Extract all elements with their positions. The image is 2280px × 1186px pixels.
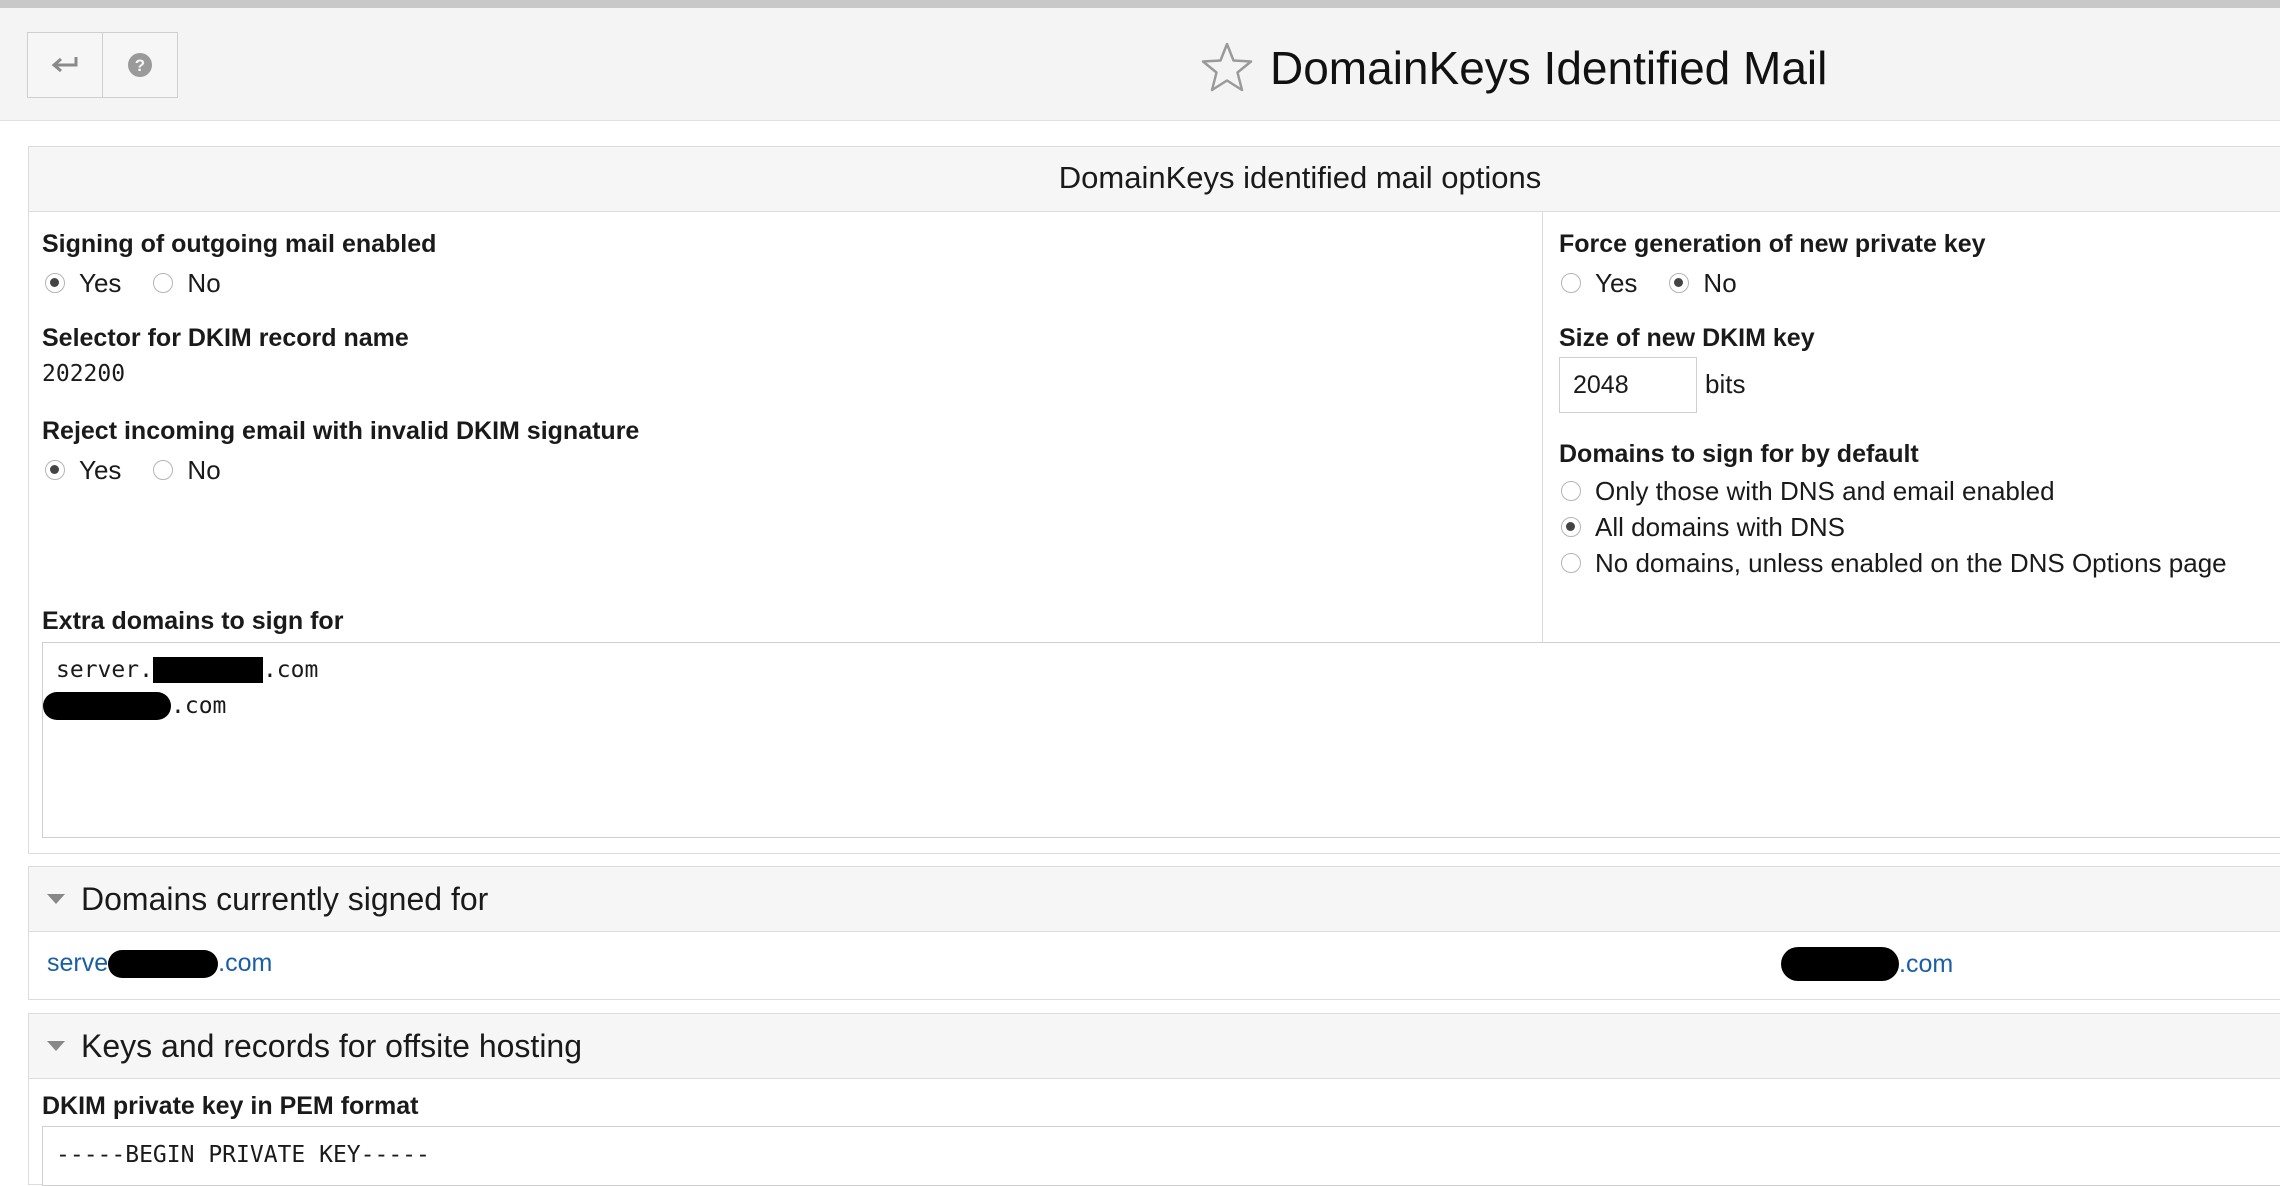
offsite-keys-panel: Keys and records for offsite hosting DKI… bbox=[28, 1013, 2280, 1186]
key-size-unit: bits bbox=[1705, 369, 1746, 399]
force-no-option[interactable]: No bbox=[1669, 268, 1737, 299]
return-arrow-icon bbox=[51, 57, 78, 73]
signing-yes-radio[interactable] bbox=[45, 273, 65, 293]
pem-key-label: DKIM private key in PEM format bbox=[42, 1092, 419, 1120]
help-button[interactable]: ? bbox=[103, 33, 177, 97]
force-key-label: Force generation of new private key bbox=[1559, 230, 1986, 258]
domains-default-option-none[interactable]: No domains, unless enabled on the DNS Op… bbox=[1561, 545, 2227, 581]
reject-yes-radio[interactable] bbox=[45, 460, 65, 480]
radio-dns-email[interactable] bbox=[1561, 481, 1581, 501]
selector-label: Selector for DKIM record name bbox=[42, 324, 409, 352]
signed-domain-link-1[interactable]: serve .com bbox=[47, 949, 272, 978]
header-button-group: ? bbox=[27, 32, 178, 98]
pem-first-line: -----BEGIN PRIVATE KEY----- bbox=[56, 1142, 430, 1168]
collapse-caret-icon[interactable] bbox=[47, 894, 65, 904]
signing-no-radio[interactable] bbox=[153, 273, 174, 293]
help-circle-icon: ? bbox=[128, 53, 152, 77]
redaction-scribble bbox=[108, 949, 219, 978]
reject-yes-option[interactable]: Yes bbox=[45, 455, 121, 486]
extra-domain-line-2: .com bbox=[43, 692, 226, 720]
pem-key-textarea[interactable]: -----BEGIN PRIVATE KEY----- bbox=[42, 1126, 2280, 1186]
force-key-radio-group: Yes No bbox=[1561, 265, 1747, 301]
reject-radio-group: Yes No bbox=[45, 452, 231, 488]
domains-default-radio-group: Only those with DNS and email enabled Al… bbox=[1561, 473, 2227, 581]
domains-default-label: Domains to sign for by default bbox=[1559, 440, 1919, 468]
force-no-radio[interactable] bbox=[1669, 273, 1690, 293]
signing-radio-group: Yes No bbox=[45, 265, 231, 301]
selector-value: 202200 bbox=[42, 361, 126, 387]
signing-no-option[interactable]: No bbox=[153, 268, 221, 299]
collapse-caret-icon[interactable] bbox=[47, 1041, 65, 1051]
signing-yes-option[interactable]: Yes bbox=[45, 268, 121, 299]
extra-domains-label: Extra domains to sign for bbox=[42, 607, 344, 635]
reject-label: Reject incoming email with invalid DKIM … bbox=[42, 417, 640, 445]
options-panel-title: DomainKeys identified mail options bbox=[1058, 160, 1542, 195]
title-area: DomainKeys Identified Mail bbox=[1200, 30, 1827, 106]
redaction-scribble bbox=[1781, 947, 1899, 981]
signing-label: Signing of outgoing mail enabled bbox=[42, 230, 437, 258]
page-title: DomainKeys Identified Mail bbox=[1270, 42, 1828, 94]
redaction-scribble bbox=[43, 692, 171, 720]
key-size-label: Size of new DKIM key bbox=[1559, 324, 1815, 352]
star-outline-icon[interactable] bbox=[1200, 41, 1254, 95]
reject-no-radio[interactable] bbox=[153, 460, 174, 480]
extra-domains-textarea[interactable]: server. .com .com bbox=[42, 642, 2280, 838]
key-size-input[interactable]: 2048 bbox=[1559, 357, 1697, 413]
redaction-box bbox=[152, 657, 263, 683]
top-border bbox=[0, 0, 2280, 8]
signed-domain-link-2[interactable]: .com bbox=[1781, 947, 1953, 981]
signed-domains-panel: Domains currently signed for serve .com .… bbox=[28, 866, 2280, 1000]
svg-text:?: ? bbox=[135, 56, 145, 75]
domains-default-option-all-dns[interactable]: All domains with DNS bbox=[1561, 509, 2227, 545]
offsite-keys-header[interactable]: Keys and records for offsite hosting bbox=[29, 1014, 2280, 1079]
options-panel-header: DomainKeys identified mail options bbox=[29, 147, 2280, 212]
reject-no-option[interactable]: No bbox=[153, 455, 221, 486]
radio-no-domains[interactable] bbox=[1561, 553, 1581, 573]
signed-domains-header[interactable]: Domains currently signed for bbox=[29, 867, 2280, 932]
page-header: ? DomainKeys Identified Mail bbox=[0, 8, 2280, 121]
domains-default-option-dns-email[interactable]: Only those with DNS and email enabled bbox=[1561, 473, 2227, 509]
dkim-options-panel: DomainKeys identified mail options Signi… bbox=[28, 146, 2280, 854]
force-yes-radio[interactable] bbox=[1561, 273, 1581, 293]
radio-all-dns[interactable] bbox=[1561, 517, 1581, 537]
offsite-keys-title: Keys and records for offsite hosting bbox=[81, 1027, 583, 1064]
return-button[interactable] bbox=[28, 33, 103, 97]
extra-domain-line-1: server. .com bbox=[56, 657, 319, 683]
signed-domains-title: Domains currently signed for bbox=[81, 880, 489, 917]
force-yes-option[interactable]: Yes bbox=[1561, 268, 1637, 299]
